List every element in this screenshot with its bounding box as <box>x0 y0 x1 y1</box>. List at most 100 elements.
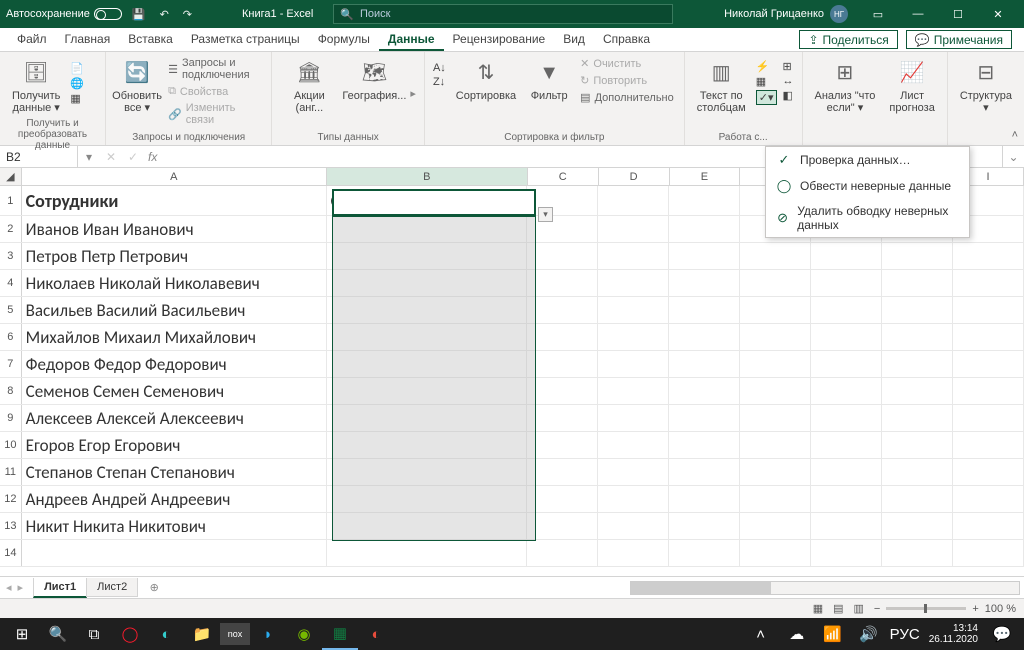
col-head-C[interactable]: C <box>528 168 599 185</box>
cell-G6[interactable] <box>811 324 882 350</box>
cell-D1[interactable] <box>598 186 669 215</box>
cell-A13[interactable]: Никит Никита Никитович <box>22 513 327 539</box>
cell-C6[interactable] <box>527 324 598 350</box>
sheet-prev-icon[interactable]: ◂ <box>6 581 12 594</box>
telegram-icon[interactable]: ◗ <box>250 618 286 650</box>
row-head-4[interactable]: 4 <box>0 270 22 296</box>
tab-data[interactable]: Данные <box>379 28 444 51</box>
cell-C8[interactable] <box>527 378 598 404</box>
cell-A2[interactable]: Иванов Иван Иванович <box>22 216 327 242</box>
view-break-icon[interactable]: ▥ <box>854 602 864 615</box>
cancel-icon[interactable]: ✕ <box>100 150 122 164</box>
cell-A5[interactable]: Васильев Василий Васильевич <box>22 297 327 323</box>
share-button[interactable]: ⇪Поделиться <box>799 30 897 49</box>
cell-I5[interactable] <box>953 297 1024 323</box>
chevron-right-icon[interactable]: ▸ <box>410 87 416 100</box>
cell-A4[interactable]: Николаев Николай Николавевич <box>22 270 327 296</box>
tray-up-icon[interactable]: ˄ <box>743 618 779 650</box>
row-head-2[interactable]: 2 <box>0 216 22 242</box>
from-table-icon[interactable]: ▦ <box>70 92 84 105</box>
menu-clear-circles[interactable]: ⊘Удалить обводку неверных данных <box>766 199 969 237</box>
cell-G3[interactable] <box>811 243 882 269</box>
maximize-icon[interactable]: ☐ <box>938 8 978 21</box>
cell-F5[interactable] <box>740 297 811 323</box>
collapse-ribbon-icon[interactable]: ˄ <box>1012 129 1018 141</box>
tab-formulas[interactable]: Формулы <box>309 28 379 51</box>
ribbon-display-icon[interactable]: ▭ <box>858 8 898 21</box>
enter-icon[interactable]: ✓ <box>122 150 144 164</box>
refresh-all-button[interactable]: 🔄Обновить все ▾ <box>114 56 160 116</box>
queries-button[interactable]: ☰Запросы и подключения <box>166 56 263 82</box>
cell-F14[interactable] <box>740 540 811 566</box>
cell-C11[interactable] <box>527 459 598 485</box>
row-head-12[interactable]: 12 <box>0 486 22 512</box>
from-text-icon[interactable]: 📄 <box>70 62 84 75</box>
edge-icon[interactable]: ◐ <box>148 618 184 650</box>
cell-G12[interactable] <box>811 486 882 512</box>
cell-H3[interactable] <box>882 243 953 269</box>
cell-B6[interactable] <box>327 324 528 350</box>
row-head-3[interactable]: 3 <box>0 243 22 269</box>
cell-F3[interactable] <box>740 243 811 269</box>
zoom-slider[interactable] <box>886 607 966 610</box>
row-head-10[interactable]: 10 <box>0 432 22 458</box>
cell-E10[interactable] <box>669 432 740 458</box>
flash-fill-icon[interactable]: ⚡ <box>756 60 777 73</box>
cell-H5[interactable] <box>882 297 953 323</box>
stocks-button[interactable]: 🏛Акции (анг... <box>280 56 338 116</box>
cell-A3[interactable]: Петров Петр Петрович <box>22 243 327 269</box>
cell-C12[interactable] <box>527 486 598 512</box>
cell-B14[interactable] <box>327 540 528 566</box>
app-icon[interactable]: ◐ <box>358 618 394 650</box>
cell-E8[interactable] <box>669 378 740 404</box>
cell-I10[interactable] <box>953 432 1024 458</box>
col-head-B[interactable]: B <box>327 168 528 185</box>
cell-E4[interactable] <box>669 270 740 296</box>
excel-taskbar-icon[interactable]: ▦ <box>322 618 358 650</box>
cell-A10[interactable]: Егоров Егор Егорович <box>22 432 327 458</box>
cell-B3[interactable] <box>327 243 528 269</box>
cell-E14[interactable] <box>669 540 740 566</box>
cell-H14[interactable] <box>882 540 953 566</box>
cell-D10[interactable] <box>598 432 669 458</box>
zoom-out-icon[interactable]: − <box>874 603 880 615</box>
cell-I6[interactable] <box>953 324 1024 350</box>
cell-G13[interactable] <box>811 513 882 539</box>
cell-E1[interactable] <box>669 186 740 215</box>
cell-H12[interactable] <box>882 486 953 512</box>
cell-E5[interactable] <box>669 297 740 323</box>
cell-F9[interactable] <box>740 405 811 431</box>
cell-I14[interactable] <box>953 540 1024 566</box>
cell-I11[interactable] <box>953 459 1024 485</box>
col-head-E[interactable]: E <box>670 168 741 185</box>
row-head-13[interactable]: 13 <box>0 513 22 539</box>
what-if-button[interactable]: ⊞Анализ "что если" ▾ <box>811 56 880 116</box>
cell-I13[interactable] <box>953 513 1024 539</box>
filter-button[interactable]: ▼Фильтр <box>526 56 572 104</box>
tray-lang[interactable]: РУС <box>887 618 923 650</box>
expand-formula-icon[interactable]: ⌄ <box>1002 146 1024 167</box>
tab-insert[interactable]: Вставка <box>119 28 182 51</box>
cell-E7[interactable] <box>669 351 740 377</box>
cell-B7[interactable] <box>327 351 528 377</box>
menu-data-validation[interactable]: ✓Проверка данных… <box>766 147 969 173</box>
sheet-next-icon[interactable]: ▸ <box>18 581 24 594</box>
cell-G14[interactable] <box>811 540 882 566</box>
zoom-level[interactable]: 100 % <box>985 603 1016 615</box>
notifications-icon[interactable]: 💬 <box>984 618 1020 650</box>
fx-icon[interactable]: fx <box>144 150 161 164</box>
cell-H11[interactable] <box>882 459 953 485</box>
cell-F4[interactable] <box>740 270 811 296</box>
menu-circle-invalid[interactable]: ◯Обвести неверные данные <box>766 173 969 199</box>
cell-B11[interactable] <box>327 459 528 485</box>
cell-D13[interactable] <box>598 513 669 539</box>
forecast-sheet-button[interactable]: 📈Лист прогноза <box>885 56 938 116</box>
sheet-tab-1[interactable]: Лист1 <box>33 578 87 598</box>
sort-asc-icon[interactable]: A↓ <box>433 62 446 74</box>
cell-D11[interactable] <box>598 459 669 485</box>
cell-C10[interactable] <box>527 432 598 458</box>
cell-B1[interactable]: Отделы <box>327 186 528 215</box>
cell-F11[interactable] <box>740 459 811 485</box>
minimize-icon[interactable]: ― <box>898 8 938 20</box>
tray-wifi-icon[interactable]: 📶 <box>815 618 851 650</box>
